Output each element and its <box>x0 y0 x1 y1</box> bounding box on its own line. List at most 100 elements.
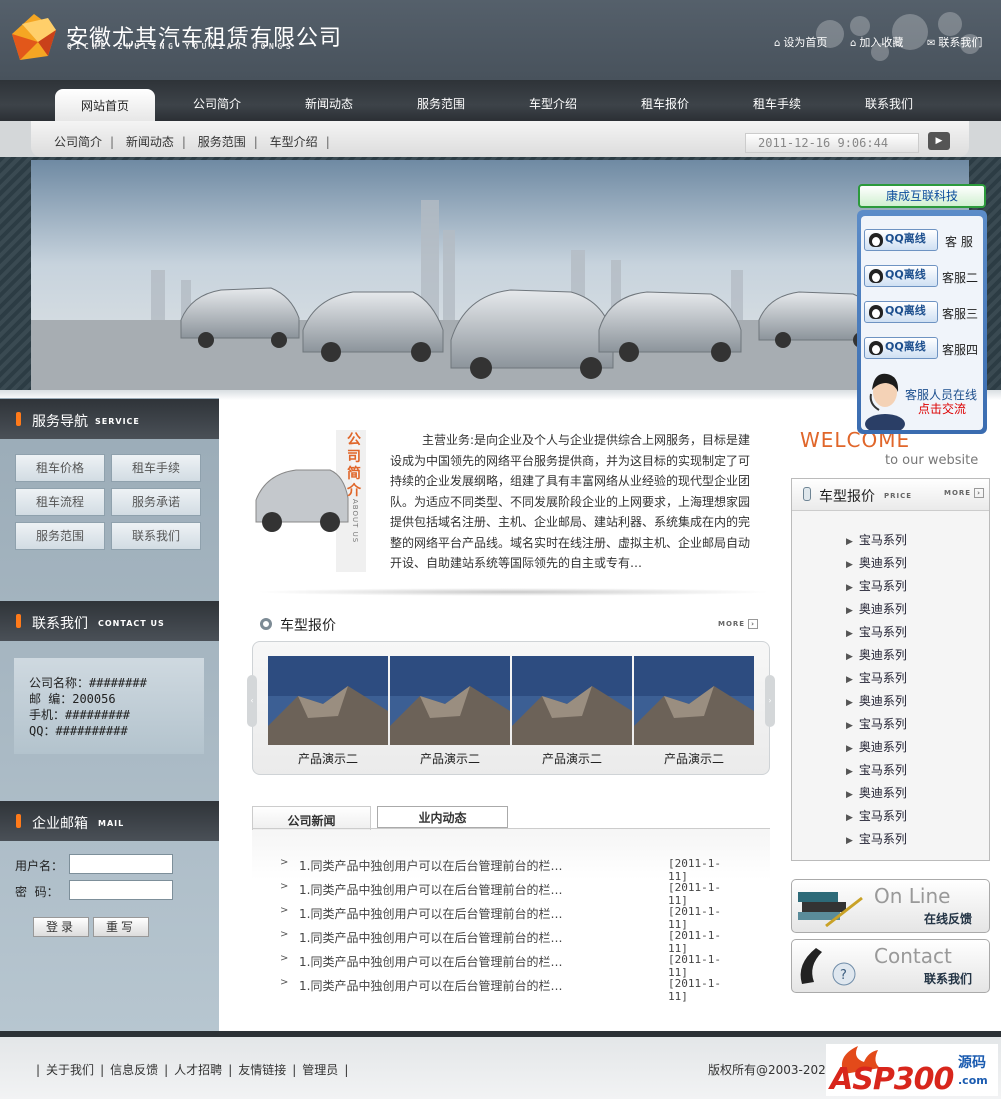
nav-item-contact[interactable]: 联系我们 <box>849 95 929 112</box>
nav-item-about[interactable]: 公司简介 <box>177 95 257 112</box>
triangle-right-icon: ▶ <box>846 606 853 616</box>
chevron-right-icon: > <box>280 929 289 940</box>
contact-us-banner[interactable]: ? Contact 联系我们 <box>791 939 990 993</box>
price-item[interactable]: ▶ 宝马系列 <box>846 623 907 640</box>
subnav-about[interactable]: 公司简介 <box>54 135 102 149</box>
home-icon: ⌂ <box>774 38 781 49</box>
product-label[interactable]: 产品演示二 <box>268 750 388 767</box>
qq-agent-name: 客服四 <box>942 343 979 357</box>
news-item[interactable]: >1.同类产品中独创用户可以在后台管理前台的栏… [2011-1-11] <box>280 953 740 979</box>
price-item[interactable]: ▶ 宝马系列 <box>846 830 907 847</box>
car-more-link[interactable]: MORE › <box>718 619 759 629</box>
contact-qq: QQ：########## <box>29 724 128 738</box>
footer-link-jobs[interactable]: 人才招聘 <box>174 1063 222 1077</box>
tab-industry-news[interactable]: 业内动态 <box>377 806 508 828</box>
carousel-prev-button[interactable]: ‹ <box>247 675 257 727</box>
news-item[interactable]: >1.同类产品中独创用户可以在后台管理前台的栏… [2011-1-11] <box>280 881 740 907</box>
tab-company-news[interactable]: 公司新闻 <box>252 806 371 830</box>
qq-agent-name: 客服三 <box>942 307 979 321</box>
qq-talk-link[interactable]: 点击交流 <box>918 400 966 417</box>
price-item[interactable]: ▶ 奥迪系列 <box>846 738 907 755</box>
qq-button[interactable]: QQ离线 <box>864 337 938 359</box>
subnav-links: 公司简介 | 新闻动态 | 服务范围 | 车型介绍 | <box>54 135 330 149</box>
price-item[interactable]: ▶ 奥迪系列 <box>846 784 907 801</box>
car-section-title: 车型报价 <box>280 618 336 634</box>
product-thumb[interactable] <box>268 656 388 745</box>
product-label[interactable]: 产品演示二 <box>390 750 510 767</box>
nav-item-news[interactable]: 新闻动态 <box>289 95 369 112</box>
footer-link-admin[interactable]: 管理员 <box>302 1063 338 1077</box>
sidebar-btn-rental-procedure[interactable]: 租车手续 <box>111 454 201 482</box>
reset-button[interactable]: 重写 <box>93 917 149 937</box>
subnav-services[interactable]: 服务范围 <box>198 135 246 149</box>
price-item[interactable]: ▶ 宝马系列 <box>846 761 907 778</box>
nav-item-home[interactable]: 网站首页 <box>55 97 155 114</box>
online-feedback-banner[interactable]: On Line 在线反馈 <box>791 879 990 933</box>
subnav-news[interactable]: 新闻动态 <box>126 135 174 149</box>
nav-item-procedures[interactable]: 租车手续 <box>737 95 817 112</box>
sidebar-btn-service-scope[interactable]: 服务范围 <box>15 522 105 550</box>
nav-item-prices[interactable]: 租车报价 <box>625 95 705 112</box>
contact-small-text: 联系我们 <box>924 972 973 986</box>
mail-icon: ✉ <box>927 38 936 49</box>
price-item[interactable]: ▶ 奥迪系列 <box>846 646 907 663</box>
triangle-right-icon: ▶ <box>846 767 853 777</box>
footer-link-friends[interactable]: 友情链接 <box>238 1063 286 1077</box>
login-button[interactable]: 登录 <box>33 917 89 937</box>
set-homepage-link[interactable]: ⌂ 设为首页 <box>774 34 827 50</box>
sidebar-btn-service-promise[interactable]: 服务承诺 <box>111 488 201 516</box>
contact-us-toplink[interactable]: ✉ 联系我们 <box>927 34 982 50</box>
datetime-display: 2011-12-16 9:06:44 <box>745 133 919 153</box>
chevron-right-icon: > <box>280 881 289 892</box>
password-input[interactable] <box>69 880 173 900</box>
price-item[interactable]: ▶ 奥迪系列 <box>846 554 907 571</box>
contact-big-text: Contact <box>874 944 952 968</box>
mail-en: MAIL <box>98 819 125 828</box>
price-item[interactable]: ▶ 宝马系列 <box>846 807 907 824</box>
price-item[interactable]: ▶ 宝马系列 <box>846 715 907 732</box>
product-thumb[interactable] <box>634 656 754 745</box>
sidebar-btn-rental-price[interactable]: 租车价格 <box>15 454 105 482</box>
chevron-right-icon: > <box>280 953 289 964</box>
nav-item-services[interactable]: 服务范围 <box>401 95 481 112</box>
service-nav-en: SERVICE <box>95 417 140 426</box>
qq-button[interactable]: QQ离线 <box>864 265 938 287</box>
price-list-title: 车型报价 <box>819 489 875 505</box>
price-more-link[interactable]: MORE › <box>944 488 985 498</box>
play-button[interactable]: ▶ <box>928 132 950 150</box>
news-item[interactable]: >1.同类产品中独创用户可以在后台管理前台的栏… [2011-1-11] <box>280 929 740 955</box>
support-agent-avatar[interactable] <box>863 368 907 430</box>
triangle-right-icon: ▶ <box>846 675 853 685</box>
company-pinyin: QICHE ZHULING YOUXIAN GONGS <box>67 42 295 51</box>
sidebar-btn-contact[interactable]: 联系我们 <box>111 522 201 550</box>
product-label[interactable]: 产品演示二 <box>634 750 754 767</box>
phone-question-icon: ? <box>800 948 856 986</box>
footer-link-about[interactable]: 关于我们 <box>46 1063 94 1077</box>
carousel-next-button[interactable]: › <box>765 675 775 727</box>
price-item[interactable]: ▶ 奥迪系列 <box>846 692 907 709</box>
sidebar-btn-rental-flow[interactable]: 租车流程 <box>15 488 105 516</box>
product-label[interactable]: 产品演示二 <box>512 750 632 767</box>
qq-button[interactable]: QQ离线 <box>864 301 938 323</box>
qq-button[interactable]: QQ离线 <box>864 229 938 251</box>
subnav-cars[interactable]: 车型介绍 <box>270 135 318 149</box>
news-item[interactable]: >1.同类产品中独创用户可以在后台管理前台的栏… [2011-1-11] <box>280 905 740 931</box>
product-thumb[interactable] <box>390 656 510 745</box>
news-item[interactable]: >1.同类产品中独创用户可以在后台管理前台的栏… [2011-1-11] <box>280 977 740 1003</box>
logo-icon[interactable] <box>8 12 60 62</box>
more-arrow-icon: › <box>974 488 985 498</box>
price-item[interactable]: ▶ 宝马系列 <box>846 669 907 686</box>
price-item[interactable]: ▶ 宝马系列 <box>846 577 907 594</box>
footer-link-feedback[interactable]: 信息反馈 <box>110 1063 158 1077</box>
news-item[interactable]: >1.同类产品中独创用户可以在后台管理前台的栏… [2011-1-11] <box>280 857 740 883</box>
service-nav-header: 服务导航 SERVICE <box>0 399 219 439</box>
contact-postcode: 邮 编：200056 <box>29 692 116 706</box>
add-favorite-link[interactable]: ⌂ 加入收藏 <box>850 34 903 50</box>
nav-item-cars[interactable]: 车型介绍 <box>513 95 593 112</box>
qq-panel-title[interactable]: 康成互联科技 <box>858 184 986 208</box>
price-item[interactable]: ▶ 宝马系列 <box>846 531 907 548</box>
price-list-en: PRICE <box>884 492 913 500</box>
product-thumb[interactable] <box>512 656 632 745</box>
price-item[interactable]: ▶ 奥迪系列 <box>846 600 907 617</box>
username-input[interactable] <box>69 854 173 874</box>
